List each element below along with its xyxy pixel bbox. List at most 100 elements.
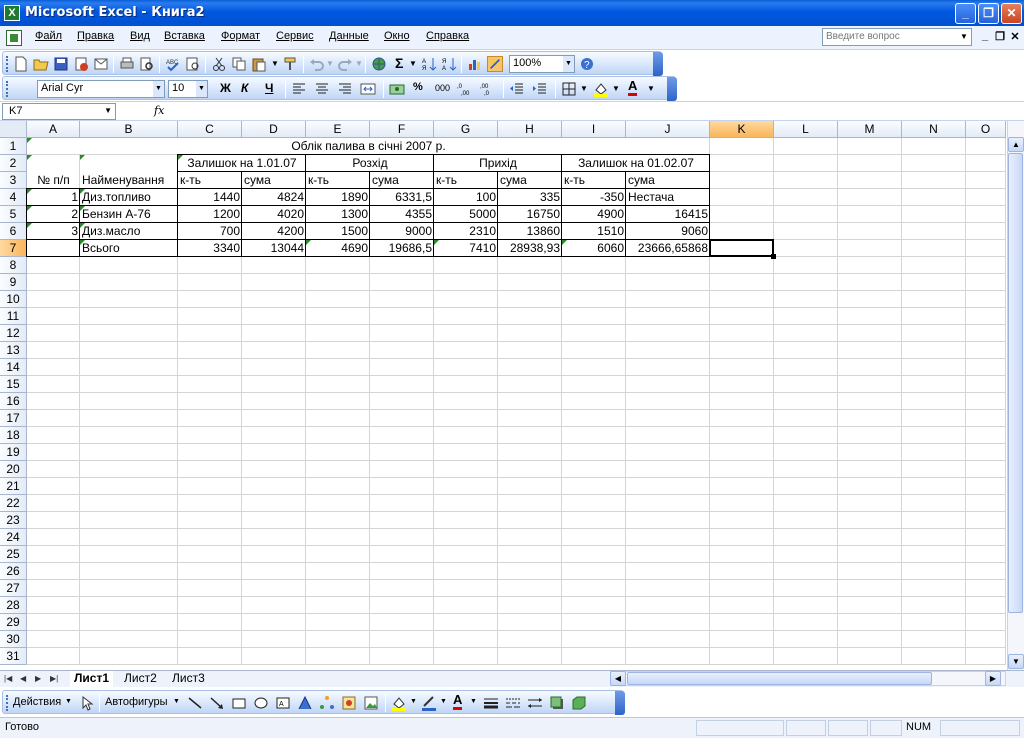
- borders-dropdown-icon[interactable]: ▼: [580, 84, 588, 93]
- table-cell[interactable]: 5000: [434, 206, 498, 223]
- excel-app-icon[interactable]: X: [4, 5, 20, 21]
- decrease-decimal-icon[interactable]: ,00,0: [480, 81, 496, 97]
- table-cell[interactable]: 1510: [562, 223, 626, 240]
- table-cell[interactable]: 9060: [626, 223, 710, 240]
- table-cell[interactable]: 1: [27, 189, 80, 206]
- row-header-31[interactable]: 31: [0, 648, 27, 665]
- row-header-8[interactable]: 8: [0, 257, 27, 274]
- group-header-opening[interactable]: Залишок на 1.01.07: [178, 155, 306, 172]
- table-cell[interactable]: 4200: [242, 223, 306, 240]
- formula-input[interactable]: [170, 103, 1022, 120]
- sheet-tab-3[interactable]: Лист3: [168, 671, 209, 687]
- table-cell[interactable]: 4355: [370, 206, 434, 223]
- text-box-icon[interactable]: A: [275, 695, 291, 711]
- doc-restore-button[interactable]: ❐: [993, 30, 1007, 43]
- table-cell[interactable]: Диз.топливо: [80, 189, 178, 206]
- increase-indent-icon[interactable]: [532, 81, 548, 97]
- row-header-27[interactable]: 27: [0, 580, 27, 597]
- insert-picture-icon[interactable]: [363, 695, 379, 711]
- row-header-14[interactable]: 14: [0, 359, 27, 376]
- row-header-20[interactable]: 20: [0, 461, 27, 478]
- ask-question-input[interactable]: Введите вопрос: [822, 28, 972, 46]
- menu-insert[interactable]: Вставка: [164, 30, 205, 42]
- line-style-icon[interactable]: [483, 695, 499, 711]
- autosum-dropdown-icon[interactable]: ▼: [409, 59, 417, 68]
- row-header-23[interactable]: 23: [0, 512, 27, 529]
- wordart-icon[interactable]: [297, 695, 313, 711]
- table-cell[interactable]: 16750: [498, 206, 562, 223]
- row-header-13[interactable]: 13: [0, 342, 27, 359]
- column-header-e[interactable]: E: [306, 121, 370, 138]
- table-cell[interactable]: 4690: [306, 240, 370, 257]
- group-header-expense[interactable]: Розхід: [306, 155, 434, 172]
- ask-dropdown-arrow-icon[interactable]: ▼: [958, 30, 970, 44]
- select-all-corner[interactable]: [0, 121, 27, 138]
- scroll-up-button[interactable]: ▲: [1008, 137, 1024, 152]
- toolbar-options-chevron[interactable]: [653, 52, 663, 76]
- table-cell[interactable]: 9000: [370, 223, 434, 240]
- column-header-l[interactable]: L: [774, 121, 838, 138]
- row-header-18[interactable]: 18: [0, 427, 27, 444]
- table-cell[interactable]: Всього: [80, 240, 178, 257]
- row-header-4[interactable]: 4: [0, 189, 27, 206]
- column-header-d[interactable]: D: [242, 121, 306, 138]
- row-header-22[interactable]: 22: [0, 495, 27, 512]
- header-cell-number[interactable]: № п/п: [27, 172, 80, 189]
- horizontal-scroll-thumb[interactable]: [627, 672, 932, 685]
- header-cell-name[interactable]: Найменування: [80, 172, 178, 189]
- row-header-7[interactable]: 7: [0, 240, 27, 257]
- underline-button[interactable]: Ч: [265, 81, 273, 95]
- table-cell[interactable]: 13044: [242, 240, 306, 257]
- row-header-25[interactable]: 25: [0, 546, 27, 563]
- arrow-style-icon[interactable]: [527, 695, 543, 711]
- sort-descending-icon[interactable]: ЯА: [441, 56, 457, 72]
- draw-fill-dropdown-icon[interactable]: ▼: [410, 698, 417, 705]
- header-cell-qty[interactable]: к-ть: [306, 172, 370, 189]
- column-header-b[interactable]: B: [80, 121, 178, 138]
- align-center-icon[interactable]: [314, 81, 330, 97]
- column-header-k[interactable]: K: [710, 121, 774, 138]
- first-sheet-button[interactable]: |◀: [4, 674, 12, 683]
- line-color-icon[interactable]: [421, 695, 437, 711]
- menu-help[interactable]: Справка: [426, 30, 469, 42]
- table-cell[interactable]: 2310: [434, 223, 498, 240]
- align-right-icon[interactable]: [337, 81, 353, 97]
- autosum-icon[interactable]: Σ: [395, 55, 403, 71]
- redo-icon[interactable]: [337, 56, 353, 72]
- row-header-2[interactable]: 2: [0, 155, 27, 172]
- research-icon[interactable]: [185, 56, 201, 72]
- bold-button[interactable]: Ж: [220, 81, 231, 95]
- toolbar-options-chevron[interactable]: [615, 691, 625, 715]
- active-cell-selection[interactable]: [709, 239, 774, 257]
- column-header-f[interactable]: F: [370, 121, 434, 138]
- menu-data[interactable]: Данные: [329, 30, 369, 42]
- paste-icon[interactable]: [251, 56, 267, 72]
- table-cell[interactable]: 28938,93: [498, 240, 562, 257]
- rectangle-icon[interactable]: [231, 695, 247, 711]
- undo-icon[interactable]: [309, 56, 325, 72]
- row-header-5[interactable]: 5: [0, 206, 27, 223]
- scroll-down-button[interactable]: ▼: [1008, 654, 1024, 669]
- last-sheet-button[interactable]: ▶|: [50, 674, 58, 683]
- table-cell[interactable]: Бензин А-76: [80, 206, 178, 223]
- table-cell[interactable]: 13860: [498, 223, 562, 240]
- table-cell[interactable]: 4900: [562, 206, 626, 223]
- column-header-m[interactable]: M: [838, 121, 902, 138]
- table-cell[interactable]: 1300: [306, 206, 370, 223]
- column-header-a[interactable]: A: [27, 121, 80, 138]
- open-folder-icon[interactable]: [33, 56, 49, 72]
- insert-function-button[interactable]: fx: [154, 104, 164, 117]
- row-header-30[interactable]: 30: [0, 631, 27, 648]
- fill-handle[interactable]: [771, 254, 776, 259]
- row-header-28[interactable]: 28: [0, 597, 27, 614]
- header-cell-sum[interactable]: сума: [370, 172, 434, 189]
- table-cell[interactable]: 6331,5: [370, 189, 434, 206]
- currency-icon[interactable]: [389, 81, 405, 97]
- table-cell[interactable]: 6060: [562, 240, 626, 257]
- scroll-right-button[interactable]: ▶: [985, 671, 1001, 686]
- select-objects-icon[interactable]: [79, 695, 95, 711]
- group-header-closing[interactable]: Залишок на 01.02.07: [562, 155, 710, 172]
- help-icon[interactable]: ?: [579, 56, 595, 72]
- group-header-income[interactable]: Прихід: [434, 155, 562, 172]
- chart-wizard-icon[interactable]: [467, 56, 483, 72]
